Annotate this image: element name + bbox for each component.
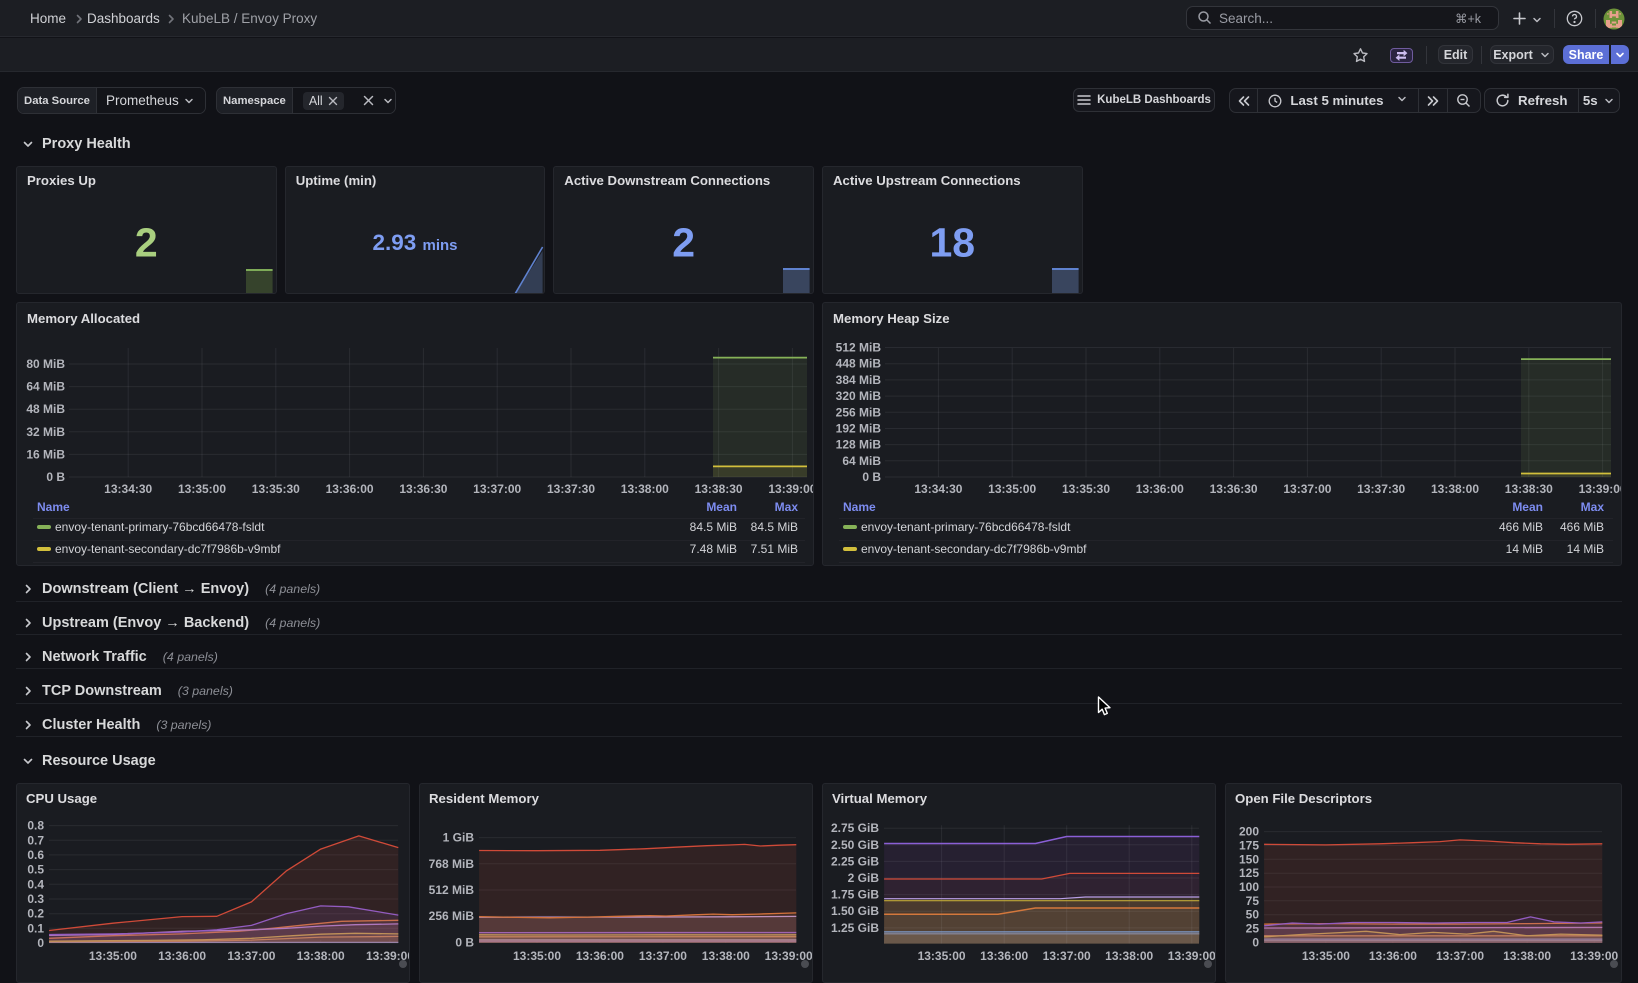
svg-text:0: 0 [1252, 935, 1259, 949]
svg-text:64 MiB: 64 MiB [26, 380, 65, 394]
svg-text:13:37:30: 13:37:30 [547, 482, 595, 496]
svg-text:13:38:30: 13:38:30 [1505, 482, 1553, 496]
svg-text:13:38:00: 13:38:00 [1105, 949, 1153, 963]
svg-text:13:38:00: 13:38:00 [1503, 949, 1551, 963]
svg-text:13:37:00: 13:37:00 [227, 949, 275, 963]
svg-text:0.8: 0.8 [27, 819, 44, 833]
svg-text:13:37:30: 13:37:30 [1357, 482, 1405, 496]
svg-text:256 MiB: 256 MiB [836, 405, 882, 419]
svg-text:13:35:00: 13:35:00 [1302, 949, 1350, 963]
svg-text:1.25 GiB: 1.25 GiB [831, 921, 879, 935]
svg-text:125: 125 [1239, 866, 1259, 880]
svg-text:2 GiB: 2 GiB [848, 871, 880, 885]
svg-text:2.25 GiB: 2.25 GiB [831, 854, 879, 868]
svg-text:1 GiB: 1 GiB [443, 831, 475, 845]
svg-text:13:34:30: 13:34:30 [914, 482, 962, 496]
svg-text:128 MiB: 128 MiB [836, 438, 882, 452]
svg-text:0: 0 [37, 936, 44, 950]
svg-text:13:36:00: 13:36:00 [576, 949, 624, 963]
svg-text:100: 100 [1239, 880, 1259, 894]
svg-text:0.2: 0.2 [27, 907, 44, 921]
svg-text:13:38:00: 13:38:00 [297, 949, 345, 963]
svg-text:13:35:00: 13:35:00 [89, 949, 137, 963]
svg-text:0.1: 0.1 [27, 921, 44, 935]
svg-text:13:35:30: 13:35:30 [1062, 482, 1110, 496]
svg-text:320 MiB: 320 MiB [836, 389, 882, 403]
svg-text:13:37:00: 13:37:00 [639, 949, 687, 963]
svg-text:16 MiB: 16 MiB [26, 447, 65, 461]
svg-text:768 MiB: 768 MiB [429, 857, 475, 871]
svg-text:175: 175 [1239, 839, 1259, 853]
svg-text:13:37:00: 13:37:00 [1043, 949, 1091, 963]
svg-text:13:38:00: 13:38:00 [1431, 482, 1479, 496]
svg-text:1.50 GiB: 1.50 GiB [831, 904, 879, 918]
svg-text:1.75 GiB: 1.75 GiB [831, 888, 879, 902]
svg-text:25: 25 [1246, 922, 1260, 936]
svg-text:80 MiB: 80 MiB [26, 357, 65, 371]
svg-text:50: 50 [1246, 908, 1260, 922]
svg-text:0.4: 0.4 [27, 877, 44, 891]
svg-text:0.7: 0.7 [27, 833, 44, 847]
svg-text:384 MiB: 384 MiB [836, 373, 882, 387]
svg-text:0 B: 0 B [862, 470, 881, 484]
svg-text:13:35:00: 13:35:00 [513, 949, 561, 963]
svg-text:13:35:00: 13:35:00 [918, 949, 966, 963]
svg-text:0 B: 0 B [455, 935, 474, 949]
svg-text:75: 75 [1246, 894, 1260, 908]
svg-text:0 B: 0 B [46, 470, 65, 484]
svg-text:32 MiB: 32 MiB [26, 425, 65, 439]
svg-text:0.5: 0.5 [27, 863, 44, 877]
svg-text:13:36:30: 13:36:30 [399, 482, 447, 496]
svg-text:512 MiB: 512 MiB [429, 883, 475, 897]
svg-text:13:36:30: 13:36:30 [1210, 482, 1258, 496]
svg-text:13:35:00: 13:35:00 [988, 482, 1036, 496]
svg-text:2.75 GiB: 2.75 GiB [831, 821, 879, 835]
svg-text:256 MiB: 256 MiB [429, 909, 475, 923]
svg-text:13:35:30: 13:35:30 [252, 482, 300, 496]
svg-text:13:37:00: 13:37:00 [473, 482, 521, 496]
svg-text:0.3: 0.3 [27, 892, 44, 906]
svg-text:13:38:30: 13:38:30 [695, 482, 743, 496]
svg-text:13:38:00: 13:38:00 [621, 482, 669, 496]
svg-text:13:36:00: 13:36:00 [980, 949, 1028, 963]
svg-text:192 MiB: 192 MiB [836, 422, 882, 436]
svg-text:64 MiB: 64 MiB [842, 454, 881, 468]
svg-text:13:37:00: 13:37:00 [1283, 482, 1331, 496]
svg-text:13:39:00: 13:39:00 [1579, 482, 1622, 496]
svg-text:13:36:00: 13:36:00 [326, 482, 374, 496]
svg-text:13:39:00: 13:39:00 [768, 482, 814, 496]
svg-text:13:36:00: 13:36:00 [1369, 949, 1417, 963]
svg-text:13:37:00: 13:37:00 [1436, 949, 1484, 963]
svg-text:150: 150 [1239, 852, 1259, 866]
svg-text:2.50 GiB: 2.50 GiB [831, 838, 879, 852]
svg-text:448 MiB: 448 MiB [836, 357, 882, 371]
svg-text:512 MiB: 512 MiB [836, 341, 882, 355]
svg-text:13:36:00: 13:36:00 [1136, 482, 1184, 496]
svg-text:13:36:00: 13:36:00 [158, 949, 206, 963]
svg-text:13:35:00: 13:35:00 [178, 482, 226, 496]
svg-text:200: 200 [1239, 825, 1259, 839]
svg-text:48 MiB: 48 MiB [26, 402, 65, 416]
svg-text:0.6: 0.6 [27, 848, 44, 862]
svg-text:13:34:30: 13:34:30 [104, 482, 152, 496]
svg-text:13:38:00: 13:38:00 [702, 949, 750, 963]
